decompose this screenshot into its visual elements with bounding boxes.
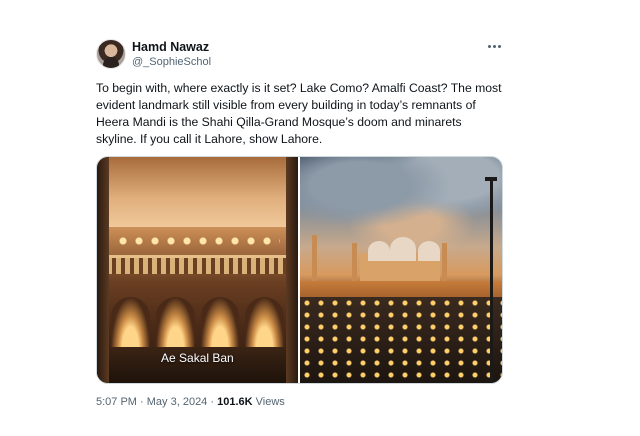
dot <box>487 44 491 48</box>
media-caption: Ae Sakal Ban <box>161 351 234 365</box>
dot <box>492 44 496 48</box>
arch <box>155 297 195 349</box>
author-handle[interactable]: @_SophieSchol <box>132 56 211 68</box>
dome <box>390 237 416 261</box>
media-photo-right[interactable] <box>300 157 502 383</box>
media-photo-left[interactable]: Ae Sakal Ban <box>97 157 298 383</box>
views-count: 101.6K <box>217 396 253 408</box>
photo-lamps <box>115 231 280 251</box>
views-label: Views <box>255 396 285 408</box>
arch <box>200 297 240 349</box>
more-options-icon[interactable] <box>484 38 504 54</box>
tweet-card: Hamd Nawaz @_SophieSchol To begin with, … <box>0 0 640 436</box>
tweet-time[interactable]: 5:07 PM <box>96 396 137 408</box>
author-name[interactable]: Hamd Nawaz <box>132 40 209 54</box>
separator: · <box>210 396 215 408</box>
tweet-meta: 5:07 PM · May 3, 2024 · 101.6K Views <box>96 396 285 408</box>
photo-arches <box>111 297 284 349</box>
media-grid: Ae Sakal Ban <box>96 156 503 384</box>
dot <box>497 44 501 48</box>
photo-ceiling <box>97 157 298 227</box>
dome <box>368 241 390 261</box>
minaret <box>442 243 447 285</box>
separator: · <box>140 396 144 408</box>
minaret <box>352 243 357 285</box>
lamp-pole <box>490 179 493 383</box>
tweet-text: To begin with, where exactly is it set? … <box>96 81 502 146</box>
arch <box>111 297 150 349</box>
avatar[interactable] <box>96 39 126 69</box>
photo-balcony <box>107 255 288 274</box>
tweet-date[interactable]: May 3, 2024 <box>147 396 208 408</box>
photo-pillar <box>97 157 109 383</box>
city-lights <box>300 297 502 383</box>
minaret <box>312 235 317 285</box>
dome <box>418 241 440 261</box>
arch <box>245 297 284 349</box>
photo-pillar <box>286 157 298 383</box>
